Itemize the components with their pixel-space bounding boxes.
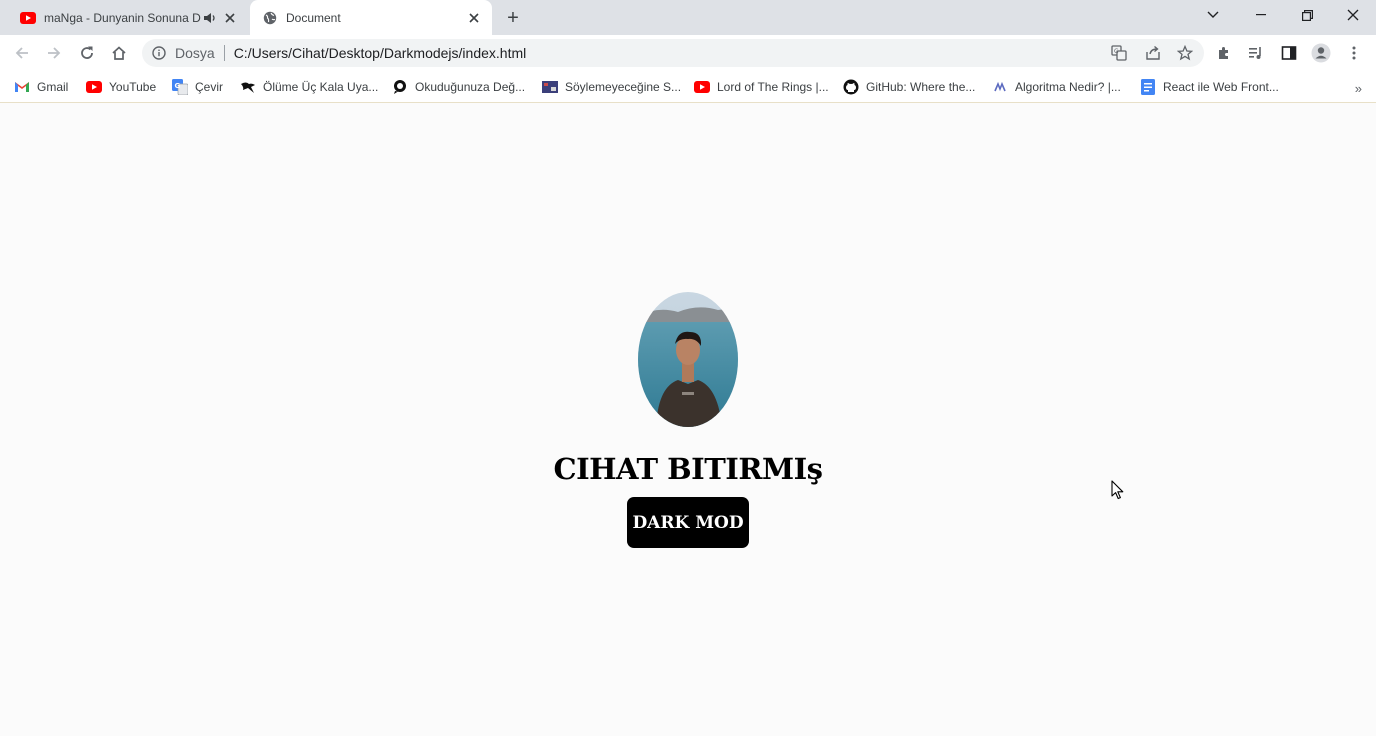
bookmarks-overflow-icon[interactable]: » [1355, 81, 1362, 96]
bookmark-algoritma[interactable]: Algoritma Nedir? |... [992, 77, 1121, 97]
reload-icon[interactable] [73, 39, 101, 67]
close-tab-icon[interactable] [466, 10, 482, 26]
back-icon[interactable] [8, 39, 36, 67]
globe-icon [262, 10, 278, 26]
address-separator [223, 45, 225, 61]
tab-document[interactable]: Document [250, 0, 492, 35]
bookmark-label: Lord of The Rings |... [717, 80, 829, 94]
side-panel-icon[interactable] [1275, 39, 1303, 67]
restore-icon[interactable] [1284, 0, 1330, 30]
bookmark-cevir[interactable]: G Çevir [172, 77, 223, 97]
document-icon [1140, 79, 1156, 95]
image-icon [542, 79, 558, 95]
bookmark-github[interactable]: GitHub: Where the... [843, 77, 975, 97]
info-icon[interactable] [151, 45, 167, 61]
page-title: CIHAT BITIRMIş [553, 452, 823, 486]
speech-bubble-icon [392, 79, 408, 95]
site-icon [992, 79, 1008, 95]
bookmark-label: React ile Web Front... [1163, 80, 1279, 94]
bookmark-lord-of-the-rings[interactable]: Lord of The Rings |... [694, 77, 829, 97]
svg-text:G: G [1114, 48, 1119, 55]
dark-mode-button[interactable]: DARK MOD [627, 497, 749, 548]
bookmark-label: YouTube [109, 80, 157, 94]
bookmark-label: GitHub: Where the... [866, 80, 976, 94]
youtube-icon [694, 79, 710, 95]
bookmarks-bar: Gmail YouTube G Çevir Ölüme Üç Kala Uya.… [0, 71, 1376, 103]
url-text[interactable]: C:/Users/Cihat/Desktop/Darkmodejs/index.… [234, 45, 527, 61]
bookmark-gmail[interactable]: Gmail [14, 77, 68, 97]
bookmark-soylemeyecegine[interactable]: Söylemeyeceğine S... [542, 77, 681, 97]
minimize-icon[interactable] [1238, 0, 1284, 30]
bookmark-youtube[interactable]: YouTube [86, 77, 156, 97]
tab-search-icon[interactable] [1190, 0, 1236, 30]
profile-avatar-icon[interactable] [1307, 39, 1335, 67]
menu-kebab-icon[interactable] [1340, 39, 1368, 67]
close-tab-icon[interactable] [222, 10, 238, 26]
github-icon [843, 79, 859, 95]
browser-toolbar: Dosya C:/Users/Cihat/Desktop/Darkmodejs/… [0, 35, 1376, 71]
bookmark-label: Söylemeyeceğine S... [565, 80, 682, 94]
bookmark-label: Çevir [195, 80, 224, 94]
share-icon[interactable] [1145, 45, 1161, 61]
forward-icon[interactable] [40, 39, 68, 67]
new-tab-button[interactable]: + [501, 6, 525, 30]
tab-strip: maNga - Dunyanin Sonuna D Document + [0, 0, 1376, 35]
scheme-label: Dosya [175, 45, 215, 61]
speaker-icon[interactable] [202, 10, 218, 26]
bird-icon [240, 79, 256, 95]
translate-icon: G [172, 79, 188, 95]
svg-text:G: G [175, 82, 181, 90]
tab-manga[interactable]: maNga - Dunyanin Sonuna D [8, 0, 248, 35]
bookmark-label: Ölüme Üç Kala Uya... [263, 80, 379, 94]
home-icon[interactable] [105, 39, 133, 67]
close-icon[interactable] [1330, 0, 1376, 30]
youtube-icon [20, 10, 36, 26]
bookmark-label: Algoritma Nedir? |... [1015, 80, 1121, 94]
bookmark-react[interactable]: React ile Web Front... [1140, 77, 1279, 97]
translate-icon[interactable]: G [1111, 45, 1127, 61]
extensions-icon[interactable] [1210, 39, 1238, 67]
bookmark-label: Gmail [37, 80, 69, 94]
gmail-icon [14, 79, 30, 95]
youtube-icon [86, 79, 102, 95]
profile-photo [638, 292, 738, 427]
page-content: CIHAT BITIRMIş DARK MOD [0, 104, 1376, 736]
tab-title: Document [286, 10, 341, 25]
bookmark-okuduguniza[interactable]: Okuduğunuza Değ... [392, 77, 525, 97]
mouse-cursor-icon [1111, 480, 1125, 500]
media-control-icon[interactable] [1242, 39, 1270, 67]
bookmark-label: Okuduğunuza Değ... [415, 80, 526, 94]
star-icon[interactable] [1177, 45, 1193, 61]
address-bar[interactable]: Dosya C:/Users/Cihat/Desktop/Darkmodejs/… [142, 39, 1204, 67]
bookmark-olume-uc-kala[interactable]: Ölüme Üç Kala Uya... [240, 77, 378, 97]
tab-title: maNga - Dunyanin Sonuna D [44, 10, 201, 25]
